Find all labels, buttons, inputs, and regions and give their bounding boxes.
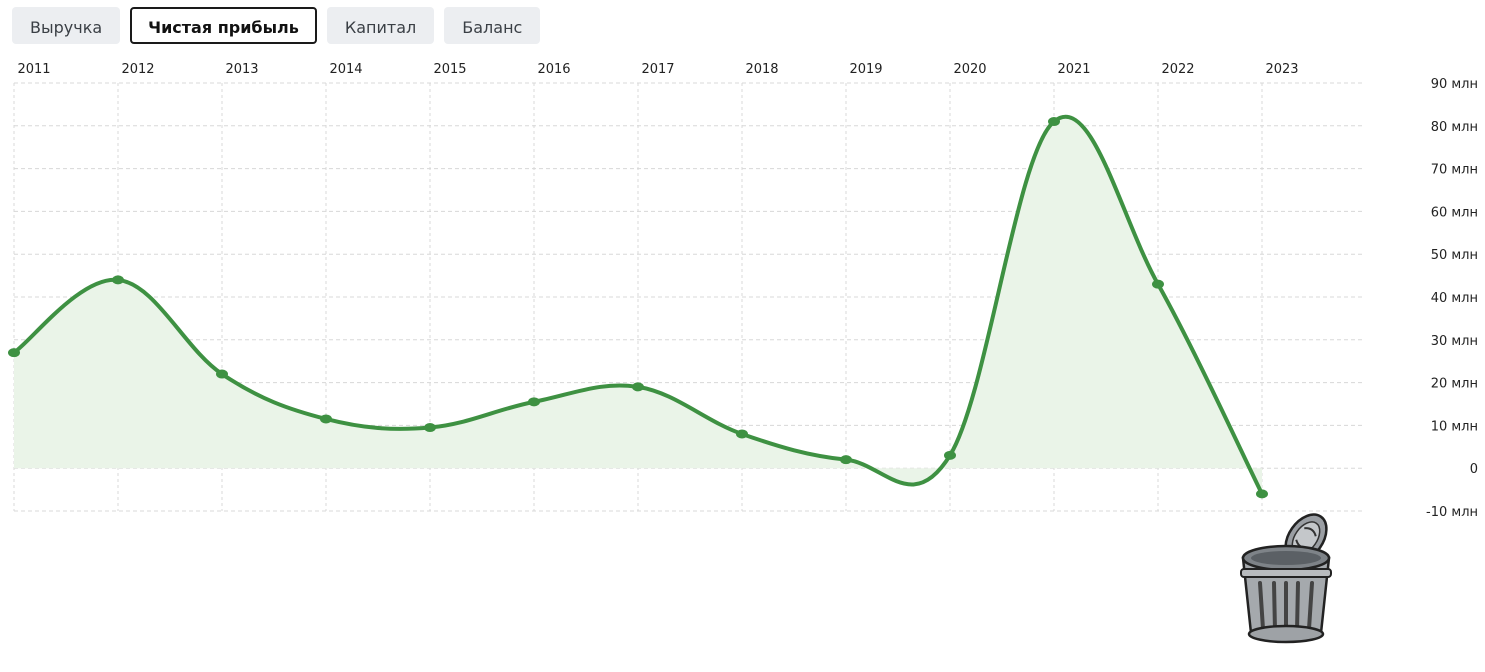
x-tick-label: 2014 <box>329 62 362 77</box>
x-tick-label: 2012 <box>121 62 154 77</box>
y-tick-label: 50 млн <box>1431 248 1478 263</box>
y-tick-label: 20 млн <box>1431 377 1478 392</box>
x-tick-label: 2011 <box>17 62 50 77</box>
x-axis: 2011 2012 2013 2014 2015 2016 2017 2018 2019 2020… <box>17 62 1298 77</box>
data-point-2022[interactable] <box>1152 279 1164 289</box>
data-point-2016[interactable] <box>528 397 540 407</box>
trash-can-icon <box>1236 503 1336 652</box>
data-point-2020[interactable] <box>944 450 956 460</box>
x-tick-label: 2022 <box>1161 62 1194 77</box>
x-tick-label: 2015 <box>433 62 466 77</box>
y-axis: 90 млн 80 млн 70 млн 60 млн 50 млн 40 млн 30 м… <box>1426 77 1478 520</box>
x-tick-label: 2017 <box>641 62 674 77</box>
x-tick-label: 2018 <box>745 62 778 77</box>
y-tick-label: 10 млн <box>1431 419 1478 434</box>
y-tick-label: 30 млн <box>1431 334 1478 349</box>
y-tick-label: 40 млн <box>1431 291 1478 306</box>
data-point-2012[interactable] <box>112 275 124 285</box>
x-tick-label: 2023 <box>1265 62 1298 77</box>
x-tick-label: 2013 <box>225 62 258 77</box>
y-tick-label: 0 <box>1470 462 1478 477</box>
data-point-2018[interactable] <box>736 429 748 439</box>
data-point-2015[interactable] <box>424 423 436 433</box>
y-tick-label: -10 млн <box>1426 505 1478 520</box>
y-tick-label: 70 млн <box>1431 163 1478 178</box>
x-tick-label: 2016 <box>537 62 570 77</box>
data-point-2011[interactable] <box>8 348 20 358</box>
data-point-2017[interactable] <box>632 382 644 392</box>
x-tick-label: 2021 <box>1057 62 1090 77</box>
x-tick-label: 2019 <box>849 62 882 77</box>
data-point-2013[interactable] <box>216 369 228 379</box>
data-point-2014[interactable] <box>320 414 332 424</box>
x-tick-label: 2020 <box>953 62 986 77</box>
data-point-2023[interactable] <box>1256 489 1268 499</box>
y-tick-label: 80 млн <box>1431 120 1478 135</box>
y-tick-label: 60 млн <box>1431 205 1478 220</box>
data-point-2021[interactable] <box>1048 117 1060 127</box>
data-point-2019[interactable] <box>840 455 852 465</box>
y-tick-label: 90 млн <box>1431 77 1478 92</box>
